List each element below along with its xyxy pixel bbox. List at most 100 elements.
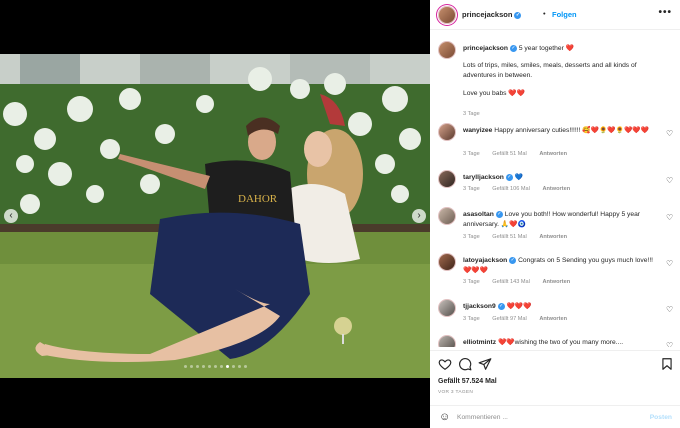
comment-time: 3 Tage xyxy=(463,151,480,157)
caption-body-1: Lots of trips, miles, smiles, meals, des… xyxy=(463,62,637,79)
post-sidebar: princejackson ✓ • Folgen ••• princejackso… xyxy=(430,0,680,428)
post-timestamp: VOR 3 TAGEN xyxy=(438,390,474,395)
verified-badge-icon: ✓ xyxy=(495,210,503,218)
comment-likes[interactable]: Gefällt 51 Mal xyxy=(492,234,527,240)
author-username[interactable]: princejackson xyxy=(462,10,512,19)
carousel-dot xyxy=(231,365,235,368)
carousel-dot xyxy=(195,365,199,368)
couple-on-lawn-photo: DAHOR xyxy=(0,54,430,378)
comment-time: 3 Tage xyxy=(463,279,480,285)
verified-badge-icon: ✓ xyxy=(514,11,522,19)
carousel-dot xyxy=(213,365,217,368)
verified-badge-icon: ✓ xyxy=(497,302,505,310)
comment-username[interactable]: tarylljackson xyxy=(463,174,504,181)
post-comment-button[interactable]: Posten xyxy=(650,414,672,421)
commenter-avatar[interactable] xyxy=(438,253,456,271)
caption-title-line: princejackson ✓ 5 year together ❤️ xyxy=(463,44,663,54)
svg-text:DAHOR: DAHOR xyxy=(238,193,278,205)
comment-username[interactable]: asasoltan xyxy=(463,211,494,218)
comment-text: 💙 xyxy=(514,174,524,181)
comment-username[interactable]: latoyajackson xyxy=(463,257,507,264)
comment-text-line: asasoltan ✓ Love you both!! How wonderful… xyxy=(463,210,663,230)
caption-avatar[interactable] xyxy=(438,41,456,59)
comment-text: ❤️❤️wishing the two of you many more.... xyxy=(497,339,624,346)
carousel-prev-button[interactable]: ‹ xyxy=(4,209,18,223)
caption-title: 5 year together ❤️ xyxy=(518,45,575,52)
carousel-dot xyxy=(243,365,247,368)
likes-count[interactable]: Gefällt 57.524 Mal xyxy=(438,378,497,385)
media-area: DAHOR ‹ › xyxy=(0,0,430,428)
verified-badge-icon: ✓ xyxy=(505,173,513,181)
header-separator: • xyxy=(543,9,546,18)
comment-username[interactable]: tjjackson9 xyxy=(463,303,496,310)
follow-button[interactable]: Folgen xyxy=(552,10,577,19)
add-comment-bar: ☺ Posten xyxy=(430,405,680,428)
more-options-icon[interactable]: ••• xyxy=(658,7,672,18)
carousel-dot xyxy=(189,365,193,368)
comment-time: 3 Tage xyxy=(463,316,480,322)
comment-meta: 3 Tage Gefällt 51 Mal Antworten xyxy=(463,234,578,240)
reply-button[interactable]: Antworten xyxy=(539,234,567,240)
comment-item: tarylljackson ✓ 💙 3 Tage Gefällt 106 Mal … xyxy=(430,170,680,200)
reply-button[interactable]: Antworten xyxy=(539,316,567,322)
comment-text-line: elliotmintz ❤️❤️wishing the two of you m… xyxy=(463,338,663,347)
commenter-avatar[interactable] xyxy=(438,299,456,317)
commenter-avatar[interactable] xyxy=(438,123,456,141)
carousel-next-button[interactable]: › xyxy=(412,209,426,223)
comment-input[interactable] xyxy=(457,411,637,424)
reply-button[interactable]: Antworten xyxy=(542,279,570,285)
comment-text-line: tjjackson9 ✓ ❤️❤️❤️ xyxy=(463,302,663,312)
comment-text: ❤️❤️❤️ xyxy=(506,303,532,310)
comment-like-heart-icon[interactable]: ♡ xyxy=(666,176,673,185)
comments-list[interactable]: princejackson ✓ 5 year together ❤️ Lots o… xyxy=(430,31,680,347)
post-photo[interactable]: DAHOR xyxy=(0,54,430,378)
paper-plane-icon[interactable] xyxy=(478,357,492,371)
comment-text-line: tarylljackson ✓ 💙 xyxy=(463,173,663,183)
comment-item: wanyizee Happy anniversary cuties!!!!!! … xyxy=(430,123,680,163)
heart-outline-icon[interactable] xyxy=(438,357,452,371)
comment-likes[interactable]: Gefällt 143 Mal xyxy=(492,279,530,285)
comment-like-heart-icon[interactable]: ♡ xyxy=(666,129,673,138)
comment-username[interactable]: wanyizee xyxy=(463,127,492,134)
author-username-row[interactable]: princejackson ✓ xyxy=(462,10,522,19)
commenter-avatar[interactable] xyxy=(438,170,456,188)
comment-like-heart-icon[interactable]: ♡ xyxy=(666,259,673,268)
commenter-avatar[interactable] xyxy=(438,207,456,225)
comment-like-heart-icon[interactable]: ♡ xyxy=(666,213,673,222)
verified-badge-icon: ✓ xyxy=(509,256,517,264)
caption-time: 3 Tage xyxy=(463,111,480,117)
comment-meta: 3 Tage Gefällt 106 Mal Antworten xyxy=(463,186,581,192)
author-avatar[interactable] xyxy=(438,6,456,24)
comment-time: 3 Tage xyxy=(463,186,480,192)
carousel-dot xyxy=(207,365,211,368)
comment-item: latoyajackson ✓ Congrats on 5 Sending you… xyxy=(430,253,680,293)
bookmark-icon[interactable] xyxy=(660,357,674,371)
action-bar xyxy=(430,350,680,376)
comment-meta: 3 Tage Gefällt 97 Mal Antworten xyxy=(463,316,578,322)
smiley-icon[interactable]: ☺ xyxy=(439,411,450,423)
comment-text: Happy anniversary cuties!!!!!! 🥰❤️🌻❤️🌻❤️… xyxy=(494,127,649,134)
comment-text-line: wanyizee Happy anniversary cuties!!!!!! … xyxy=(463,126,663,136)
comment-username[interactable]: elliotmintz xyxy=(463,339,496,346)
comment-item: elliotmintz ❤️❤️wishing the two of you m… xyxy=(430,335,680,347)
comment-likes[interactable]: Gefällt 97 Mal xyxy=(492,316,527,322)
comment-like-heart-icon[interactable]: ♡ xyxy=(666,341,673,347)
comment-likes[interactable]: Gefällt 106 Mal xyxy=(492,186,530,192)
comment-likes[interactable]: Gefällt 51 Mal xyxy=(492,151,527,157)
caption-username[interactable]: princejackson xyxy=(463,45,508,52)
caption-body-2: Love you babs ❤️❤️ xyxy=(463,90,526,97)
commenter-avatar[interactable] xyxy=(438,335,456,347)
comment-meta: 3 Tage Gefällt 51 Mal Antworten xyxy=(463,151,578,157)
speech-bubble-icon[interactable] xyxy=(458,357,472,371)
comment-meta: 3 Tage Gefällt 143 Mal Antworten xyxy=(463,279,581,285)
caption-block: princejackson ✓ 5 year together ❤️ Lots o… xyxy=(430,41,680,117)
comment-item: tjjackson9 ✓ ❤️❤️❤️ 3 Tage Gefällt 97 Mal… xyxy=(430,299,680,329)
reply-button[interactable]: Antworten xyxy=(539,151,567,157)
carousel-dot xyxy=(183,365,187,368)
comment-item: asasoltan ✓ Love you both!! How wonderful… xyxy=(430,207,680,247)
reply-button[interactable]: Antworten xyxy=(542,186,570,192)
comment-time: 3 Tage xyxy=(463,234,480,240)
comment-like-heart-icon[interactable]: ♡ xyxy=(666,305,673,314)
comment-text-line: latoyajackson ✓ Congrats on 5 Sending you… xyxy=(463,256,663,276)
carousel-dot xyxy=(219,365,223,368)
